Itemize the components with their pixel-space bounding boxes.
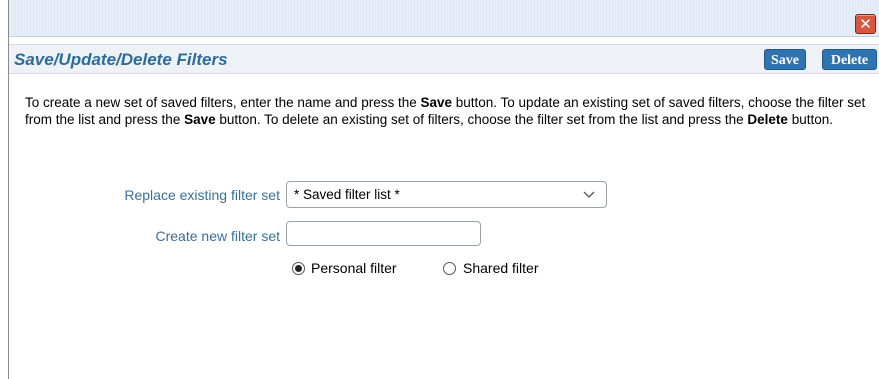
personal-filter-label[interactable]: Personal filter xyxy=(311,260,397,276)
replace-filter-label: Replace existing filter set xyxy=(124,187,280,203)
saved-filter-select-value: * Saved filter list * xyxy=(294,187,400,202)
shared-filter-radio[interactable] xyxy=(443,262,456,275)
delete-button[interactable]: Delete xyxy=(822,49,877,70)
personal-filter-radio[interactable] xyxy=(292,262,305,275)
filter-dialog: ✕ Save/Update/Delete Filters Save Delete… xyxy=(8,0,879,379)
instructions-part: button. To delete an existing set of fil… xyxy=(215,112,748,127)
chevron-down-icon xyxy=(583,191,595,198)
instructions-delete-keyword: Delete xyxy=(747,112,788,127)
instructions-text: To create a new set of saved filters, en… xyxy=(25,94,875,128)
create-filter-label: Create new filter set xyxy=(155,228,281,244)
shared-filter-label[interactable]: Shared filter xyxy=(463,260,538,276)
save-button[interactable]: Save xyxy=(764,49,806,70)
instructions-part: To create a new set of saved filters, en… xyxy=(25,95,421,110)
saved-filter-select[interactable]: * Saved filter list * xyxy=(286,181,607,208)
instructions-part: button. xyxy=(787,112,833,127)
close-icon[interactable]: ✕ xyxy=(855,14,876,34)
instructions-save-keyword: Save xyxy=(184,112,216,127)
dialog-title: Save/Update/Delete Filters xyxy=(14,50,228,69)
dialog-titlebar[interactable]: ✕ xyxy=(9,0,879,37)
dialog-header: Save/Update/Delete Filters Save Delete xyxy=(9,44,879,74)
instructions-save-keyword: Save xyxy=(420,95,452,110)
new-filter-name-input[interactable] xyxy=(286,221,481,246)
